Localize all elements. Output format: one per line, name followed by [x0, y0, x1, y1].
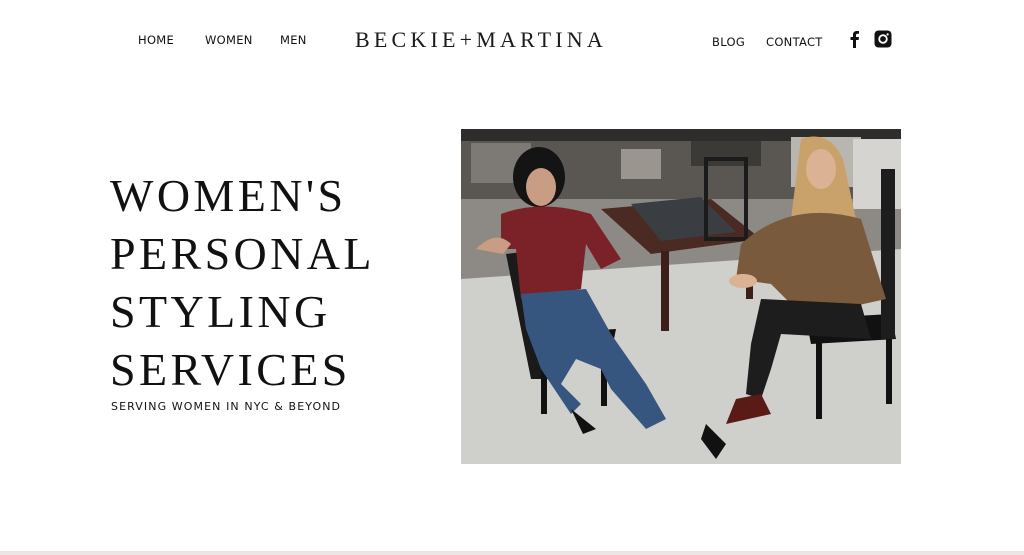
hero-title-line: PERSONAL [110, 228, 375, 279]
hero-title-line: SERVICES [110, 344, 351, 395]
hero-photo [461, 129, 901, 464]
hero-subtitle: SERVING WOMEN IN NYC & BEYOND [111, 400, 342, 413]
hero-title: WOMEN'S PERSONAL STYLING SERVICES [110, 167, 430, 399]
nav-home[interactable]: HOME [138, 33, 174, 47]
nav-women[interactable]: WOMEN [205, 33, 253, 47]
bottom-accent-bar [0, 551, 1024, 555]
nav-men[interactable]: MEN [280, 33, 307, 47]
nav-blog[interactable]: BLOG [712, 35, 745, 49]
nav-contact[interactable]: CONTACT [766, 35, 823, 49]
site-logo[interactable]: BECKIE+MARTINA [355, 27, 675, 53]
facebook-icon[interactable] [848, 30, 860, 53]
instagram-icon[interactable] [874, 30, 892, 53]
hero-title-line: WOMEN'S [110, 170, 347, 221]
hero-title-line: STYLING [110, 286, 331, 337]
